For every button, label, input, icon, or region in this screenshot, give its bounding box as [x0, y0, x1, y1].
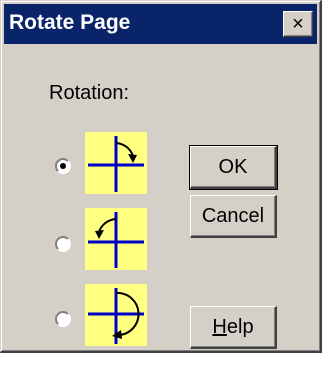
rotate-counterclockwise-icon	[85, 208, 147, 270]
ok-button-label: OK	[218, 155, 248, 178]
radio-selected-dot	[60, 163, 66, 169]
help-button-label: Help	[212, 316, 253, 339]
rotation-option-clockwise-radio[interactable]	[55, 158, 71, 174]
rotation-option-180-radio[interactable]	[55, 311, 71, 327]
cancel-button[interactable]: Cancel	[190, 195, 277, 238]
rotation-option-counterclockwise-radio[interactable]	[55, 236, 71, 252]
rotation-label: Rotation:	[49, 82, 130, 104]
cancel-button-label: Cancel	[201, 204, 265, 227]
rotate-180-icon	[85, 284, 147, 346]
dialog-title: Rotate Page	[9, 11, 131, 34]
rotate-page-dialog: Rotate Page × Rotation: OK Cancel Help	[0, 0, 322, 353]
close-button[interactable]: ×	[283, 11, 313, 37]
title-bar[interactable]: Rotate Page ×	[4, 4, 317, 44]
help-label-rest: elp	[226, 315, 254, 338]
rotate-clockwise-icon	[85, 132, 147, 194]
help-button[interactable]: Help	[190, 306, 277, 349]
ok-button[interactable]: OK	[189, 145, 278, 190]
help-mnemonic: H	[212, 315, 227, 338]
close-icon: ×	[292, 13, 304, 35]
